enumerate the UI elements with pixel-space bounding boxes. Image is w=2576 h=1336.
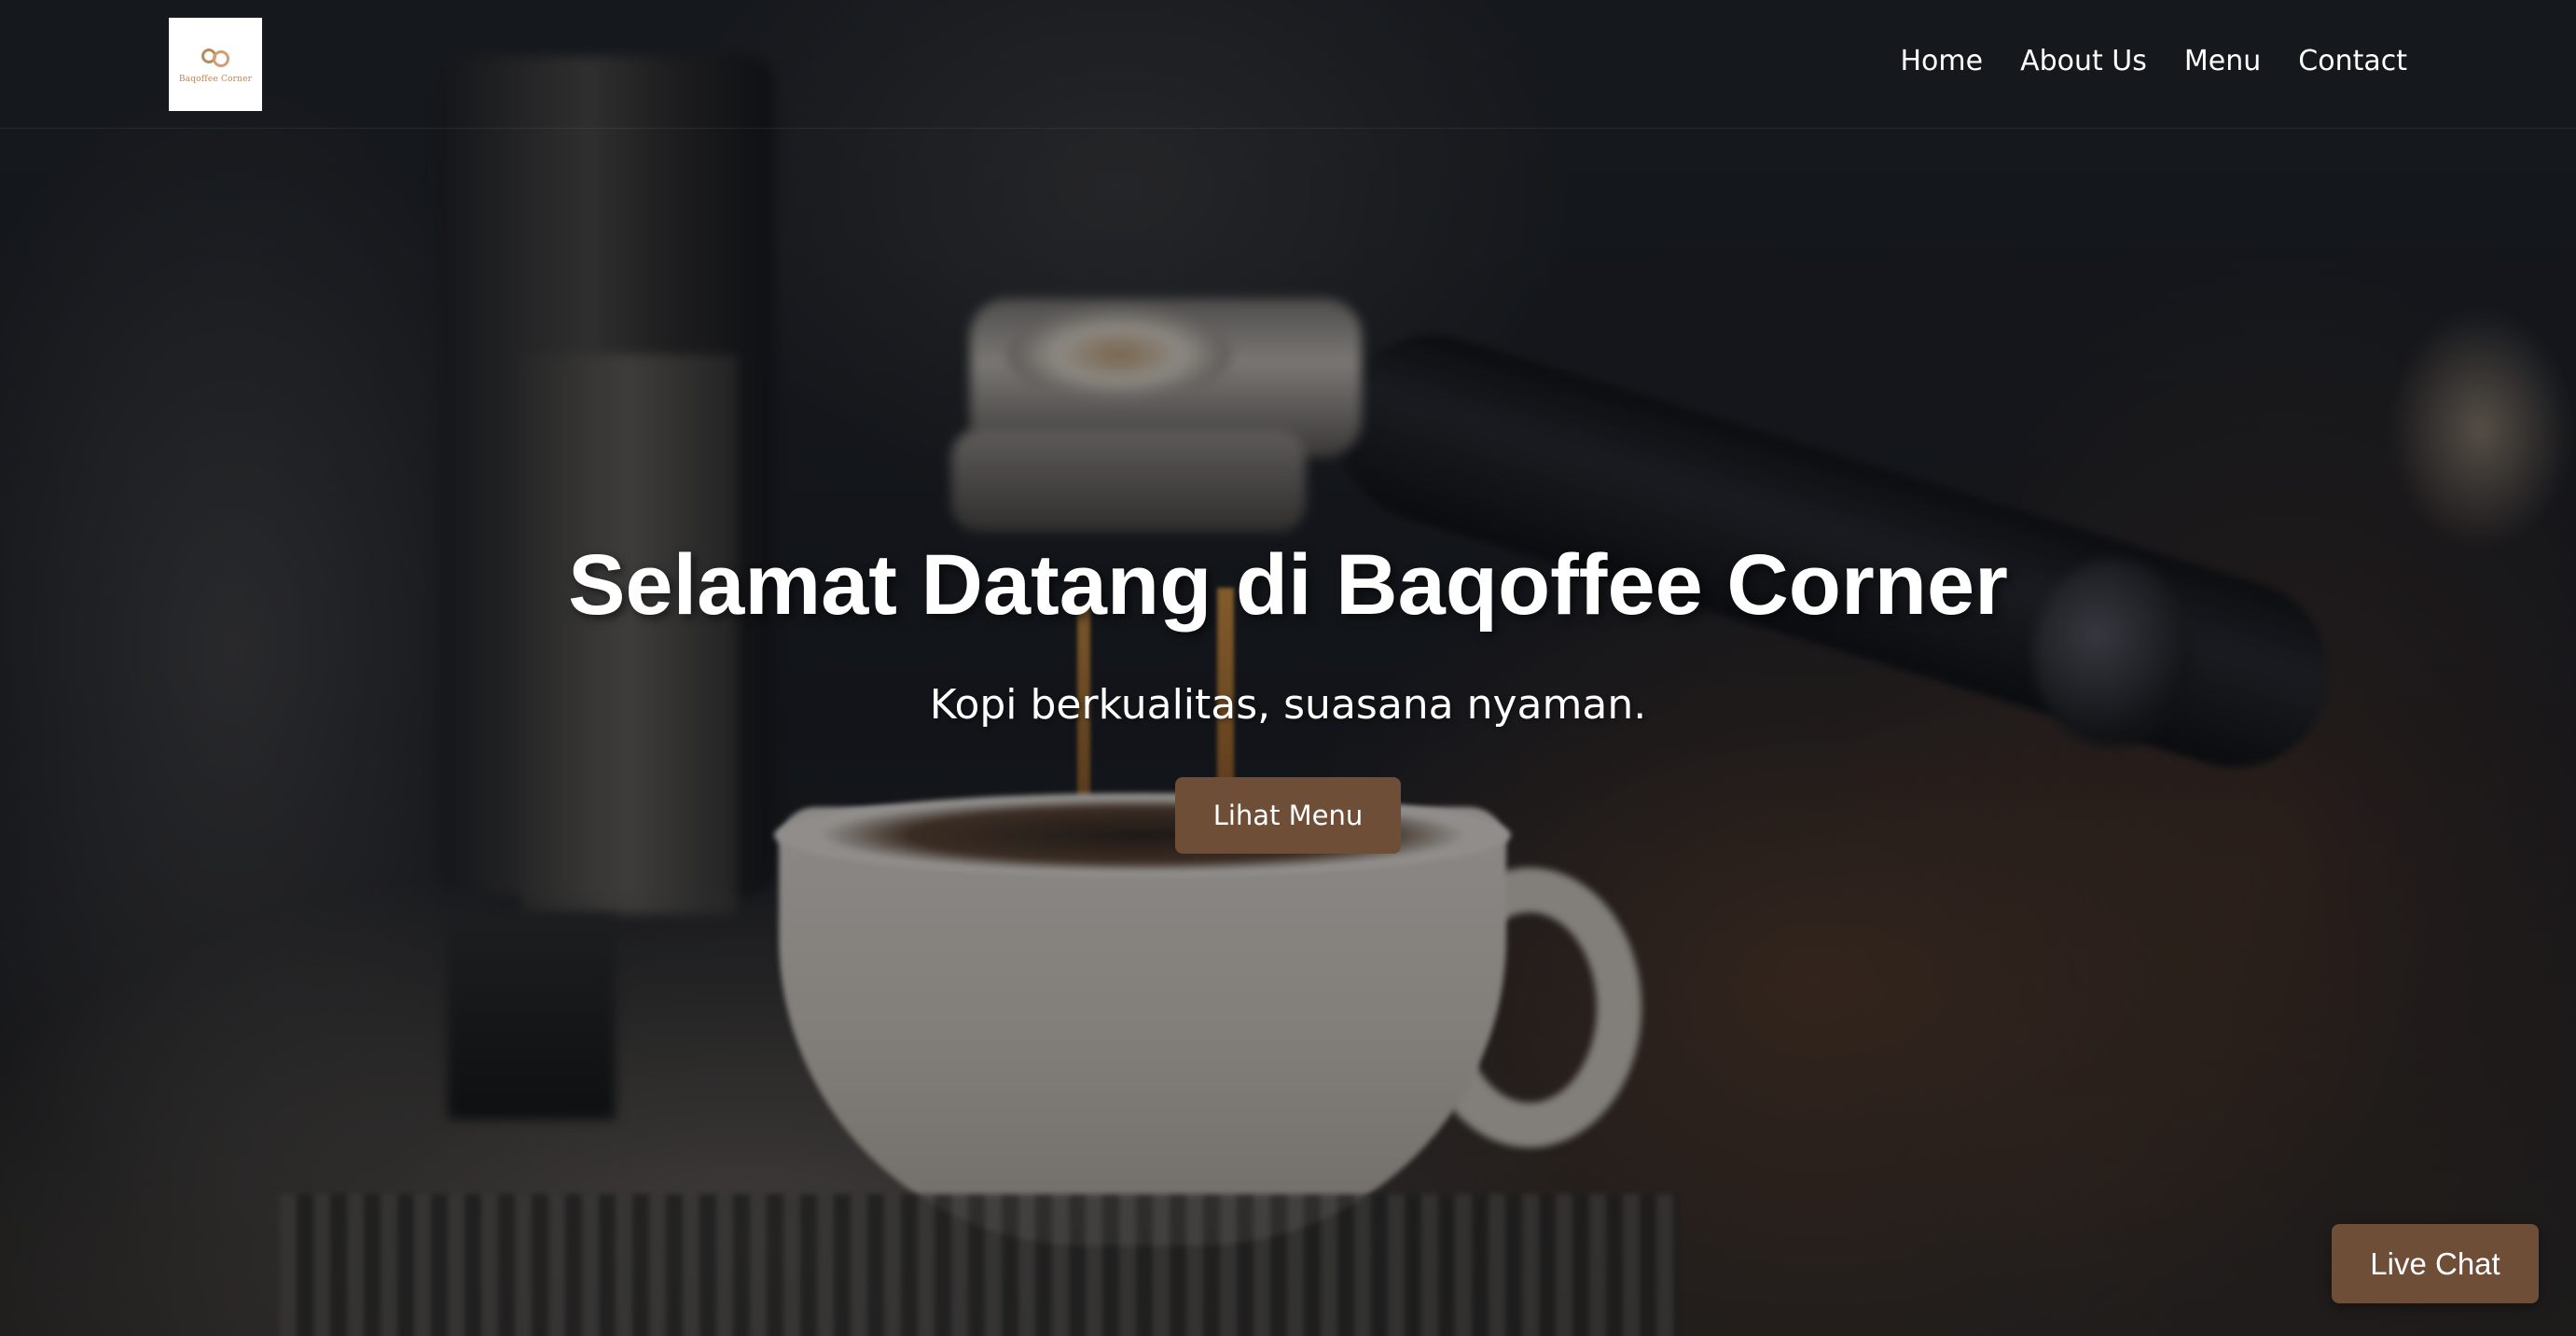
dark-overlay: [0, 0, 2576, 1336]
nav-link-menu[interactable]: Menu: [2184, 45, 2261, 77]
nav-link-contact[interactable]: Contact: [2298, 45, 2407, 77]
logo-text: Baqoffee Corner: [178, 75, 253, 84]
nav-link-about-us[interactable]: About Us: [2020, 45, 2147, 77]
view-menu-button[interactable]: Lihat Menu: [1175, 777, 1401, 854]
site-header: Baqoffee Corner Home About Us Menu Conta…: [0, 0, 2576, 129]
main-nav: Home About Us Menu Contact: [1900, 45, 2407, 77]
site-logo[interactable]: Baqoffee Corner: [169, 18, 262, 111]
hero-title: Selamat Datang di Baqoffee Corner: [568, 537, 2008, 633]
hero-background-image: [0, 0, 2576, 1336]
live-chat-button[interactable]: Live Chat: [2332, 1224, 2539, 1303]
hero-subtitle: Kopi berkualitas, suasana nyaman.: [929, 681, 1647, 729]
coffee-bean-logo-icon: [200, 45, 231, 71]
nav-link-home[interactable]: Home: [1900, 45, 1983, 77]
